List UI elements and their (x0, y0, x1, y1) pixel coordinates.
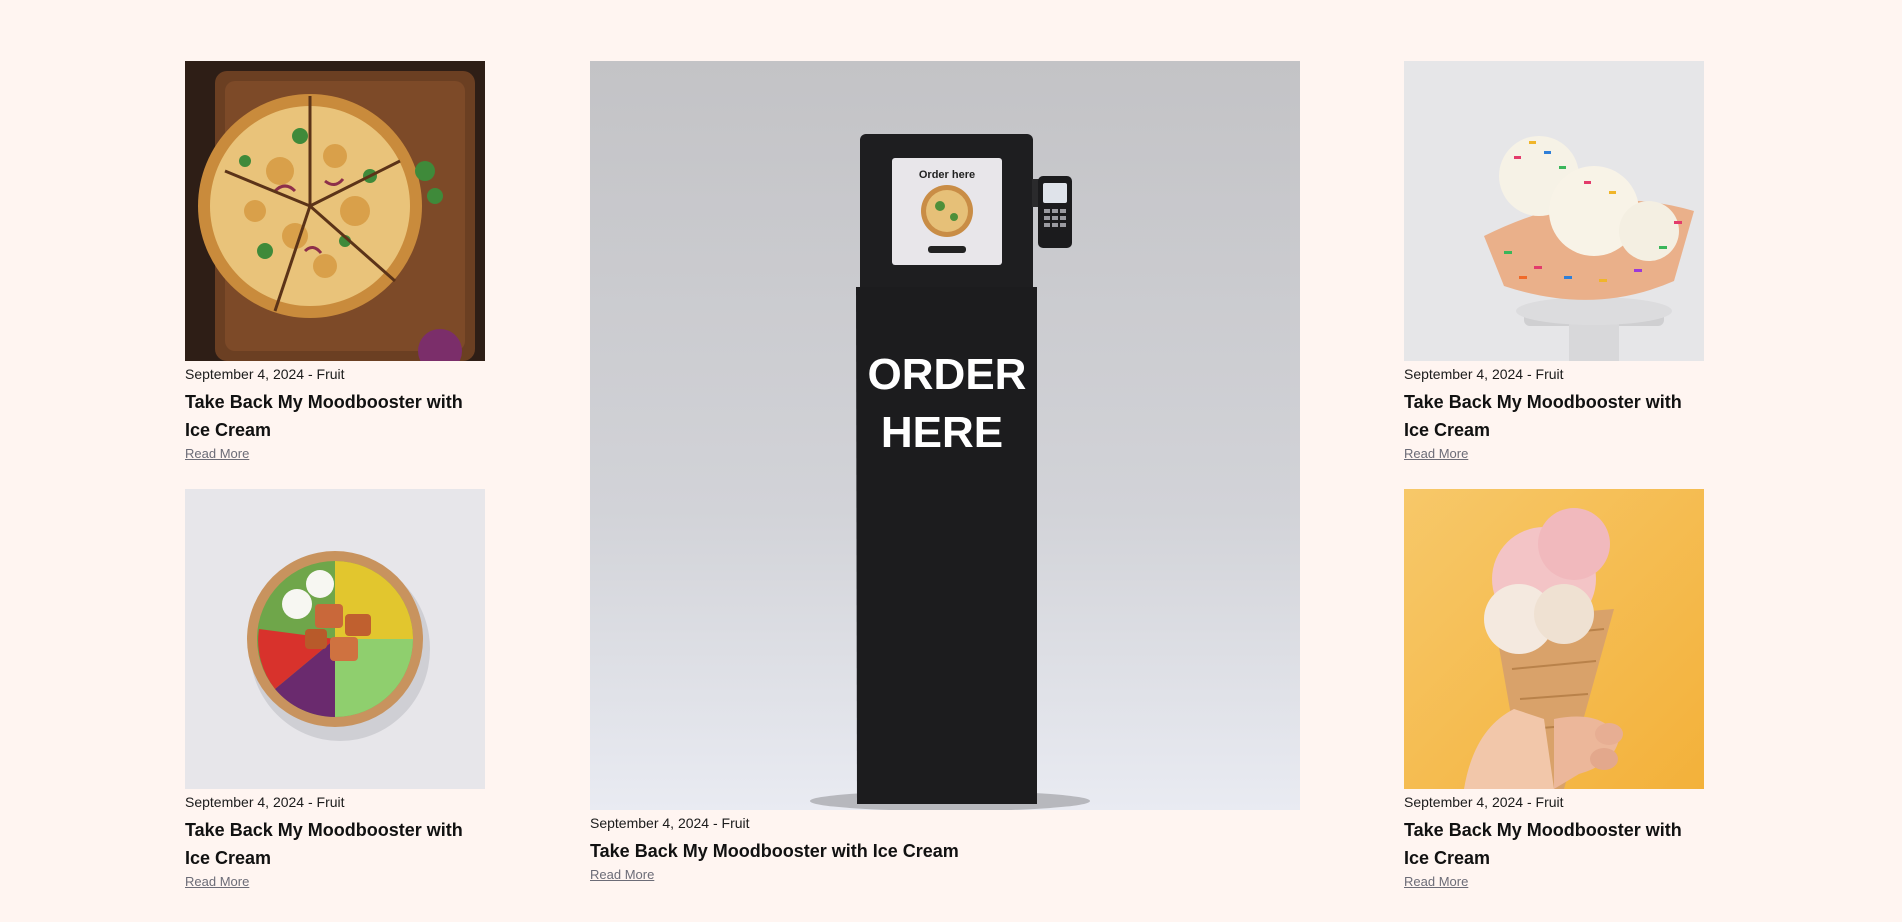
blog-grid: September 4, 2024 - Fruit Take Back My M… (0, 0, 1902, 922)
post-title[interactable]: Take Back My Moodbooster with Ice Cream (185, 388, 487, 444)
salad-bowl-image (185, 489, 485, 789)
post-card: September 4, 2024 - Fruit Take Back My M… (185, 489, 487, 891)
read-more-link[interactable]: Read More (185, 873, 249, 891)
post-image-ice-cream-bowl[interactable] (1404, 61, 1704, 361)
read-more-link[interactable]: Read More (1404, 873, 1468, 891)
ice-cream-cone-image (1404, 489, 1704, 789)
post-date-category: September 4, 2024 - Fruit (185, 366, 345, 382)
post-title[interactable]: Take Back My Moodbooster with Ice Cream (590, 837, 1300, 865)
pizza-image (185, 61, 485, 361)
post-card: September 4, 2024 - Fruit Take Back My M… (1404, 489, 1706, 891)
read-more-link[interactable]: Read More (590, 866, 654, 884)
order-kiosk-image: Order here ORDER HERE (590, 61, 1300, 810)
post-date-category: September 4, 2024 - Fruit (185, 794, 345, 810)
featured-post-card: Order here ORDER HERE September 4, 2024 … (590, 61, 1300, 884)
post-date-category: September 4, 2024 - Fruit (1404, 794, 1564, 810)
read-more-link[interactable]: Read More (185, 445, 249, 463)
ice-cream-bowl-image (1404, 61, 1704, 361)
post-card: September 4, 2024 - Fruit Take Back My M… (185, 61, 487, 463)
kiosk-body-text-line1: ORDER (868, 350, 1027, 399)
post-card: September 4, 2024 - Fruit Take Back My M… (1404, 61, 1706, 463)
post-title[interactable]: Take Back My Moodbooster with Ice Cream (1404, 816, 1706, 872)
post-date-category: September 4, 2024 - Fruit (1404, 366, 1564, 382)
post-title[interactable]: Take Back My Moodbooster with Ice Cream (1404, 388, 1706, 444)
post-image-salad[interactable] (185, 489, 485, 789)
kiosk-screen-text: Order here (919, 169, 975, 181)
post-image-pizza[interactable] (185, 61, 485, 361)
post-date-category: September 4, 2024 - Fruit (590, 815, 750, 831)
post-image-ice-cream-cone[interactable] (1404, 489, 1704, 789)
kiosk-body-text-line2: HERE (881, 408, 1003, 457)
post-image-kiosk[interactable]: Order here ORDER HERE (590, 61, 1300, 810)
post-title[interactable]: Take Back My Moodbooster with Ice Cream (185, 816, 487, 872)
read-more-link[interactable]: Read More (1404, 445, 1468, 463)
